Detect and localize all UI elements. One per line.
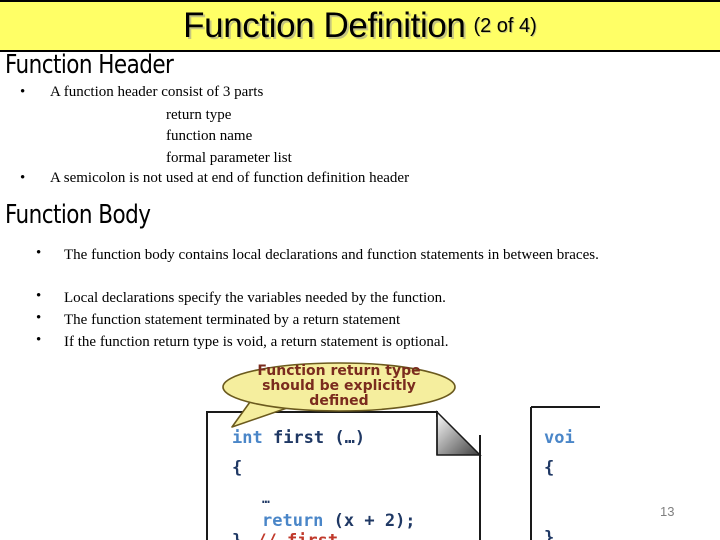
bullet-icon: • xyxy=(36,332,42,348)
bullet-icon: • xyxy=(20,84,26,100)
code-line-3: … xyxy=(262,492,270,507)
callout-line-2: should be explicitly xyxy=(262,378,416,394)
right-code-line-2: { xyxy=(544,458,554,478)
bullet-icon: • xyxy=(36,288,42,304)
section-heading-function-header: Function Header xyxy=(5,50,174,80)
list-item: • The function statement terminated by a… xyxy=(36,311,400,330)
list-item-text: A function header consist of 3 parts xyxy=(50,84,264,100)
list-item-text: If the function return type is void, a r… xyxy=(64,334,449,350)
list-item: • A semicolon is not used at end of func… xyxy=(20,171,409,186)
sub-item-function-name: function name xyxy=(166,128,253,144)
code-illustration: int first (…) { … return (x + 2); } // fi… xyxy=(0,355,720,540)
sub-item-return-type: return type xyxy=(166,107,232,123)
code-keyword-return: return xyxy=(262,511,323,531)
section-heading-function-body: Function Body xyxy=(5,200,151,230)
title-banner: Function Definition (2 of 4) xyxy=(0,0,720,52)
code-line-2: { xyxy=(232,458,242,478)
list-item: • If the function return type is void, a… xyxy=(36,333,449,352)
page-number: 13 xyxy=(660,504,675,519)
right-code-line-1: voi xyxy=(544,428,575,448)
list-item: • A function header consist of 3 parts xyxy=(20,85,263,100)
right-code-line-3: } xyxy=(544,528,554,540)
callout-line-1: Function return type xyxy=(257,363,420,379)
sub-item-formal-parameter-list: formal parameter list xyxy=(166,150,292,166)
code-line-1: int first (…) xyxy=(232,428,365,448)
bullet-icon: • xyxy=(20,170,26,186)
bullet-icon: • xyxy=(36,245,42,261)
list-item: • The function body contains local decla… xyxy=(36,246,676,265)
title-inner: Function Definition (2 of 4) xyxy=(0,2,720,50)
code-keyword-int: int xyxy=(232,428,263,448)
list-item-text: Local declarations specify the variables… xyxy=(64,290,446,306)
list-item-text: A semicolon is not used at end of functi… xyxy=(50,170,410,186)
list-item-text: The function statement terminated by a r… xyxy=(64,312,401,328)
code-comment-first: // first xyxy=(256,531,338,540)
page-title: Function Definition xyxy=(183,6,466,45)
right-code-document xyxy=(530,406,600,540)
callout-line-3: defined xyxy=(309,393,368,409)
list-item-text: The function body contains local declara… xyxy=(64,247,599,263)
page-title-suffix: (2 of 4) xyxy=(473,14,537,37)
code-line-4: return (x + 2); xyxy=(262,511,416,531)
list-item: • Local declarations specify the variabl… xyxy=(36,289,446,308)
bullet-icon: • xyxy=(36,310,42,326)
